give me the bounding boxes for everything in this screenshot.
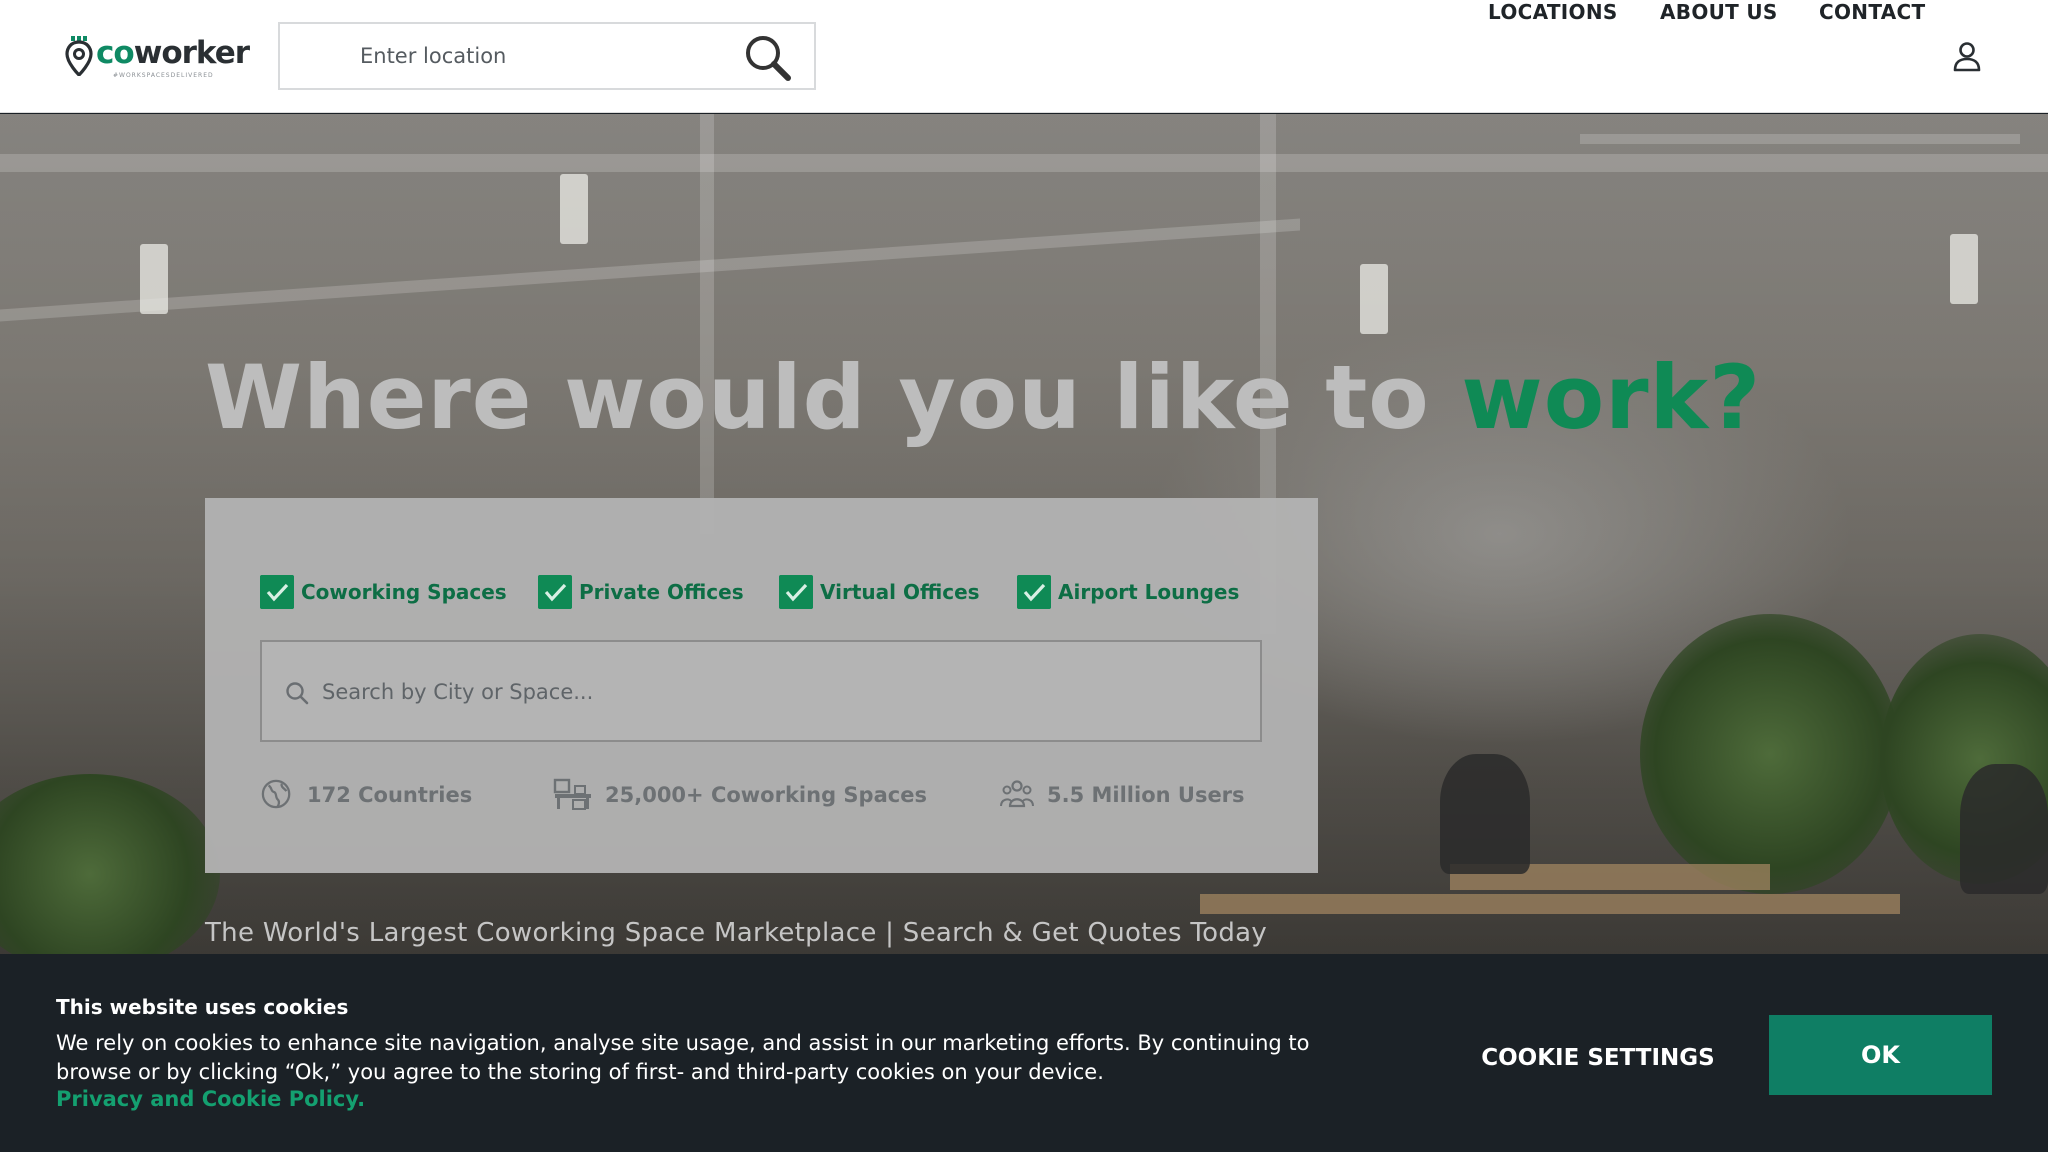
- hero-tagline: The World's Largest Coworking Space Mark…: [205, 918, 1268, 948]
- hero-headline: Where would you like to work?: [205, 346, 1762, 449]
- site-header: coworker #WORKSPACESDELIVERED LOCATIONS …: [0, 0, 2048, 113]
- filter-label: Virtual Offices: [820, 580, 980, 604]
- coworker-logo[interactable]: coworker #WORKSPACESDELIVERED: [65, 34, 250, 80]
- checkbox-checked-icon[interactable]: [779, 575, 813, 609]
- nav-about-us[interactable]: ABOUT US: [1660, 0, 1778, 24]
- search-icon: [286, 682, 309, 705]
- logo-wordmark: coworker: [96, 35, 250, 71]
- cookie-banner-title: This website uses cookies: [56, 995, 349, 1019]
- filter-label: Airport Lounges: [1058, 580, 1240, 604]
- office-desk-icon: [553, 778, 591, 810]
- search-card: Coworking Spaces Private Offices Virtual…: [205, 498, 1318, 873]
- city-search-box: [260, 640, 1262, 742]
- stat-text: 172 Countries: [307, 783, 473, 807]
- cookie-ok-button[interactable]: OK: [1769, 1015, 1992, 1095]
- privacy-policy-link[interactable]: Privacy and Cookie Policy.: [56, 1087, 365, 1111]
- stat-text: 25,000+ Coworking Spaces: [605, 783, 927, 807]
- cookie-banner-text: We rely on cookies to enhance site navig…: [56, 1031, 1310, 1084]
- location-search-box: [278, 22, 816, 90]
- cookie-banner: This website uses cookies We rely on coo…: [0, 954, 2048, 1152]
- globe-icon: [261, 779, 291, 809]
- cookie-settings-button[interactable]: COOKIE SETTINGS: [1460, 1038, 1736, 1078]
- user-account-icon[interactable]: [1952, 40, 1982, 72]
- filter-label: Private Offices: [579, 580, 744, 604]
- logo-tagline: #WORKSPACESDELIVERED: [113, 72, 214, 79]
- nav-contact[interactable]: CONTACT: [1819, 0, 1925, 24]
- filter-label: Coworking Spaces: [301, 580, 507, 604]
- location-search-input[interactable]: [360, 38, 720, 74]
- search-icon[interactable]: [742, 32, 794, 84]
- checkbox-checked-icon[interactable]: [538, 575, 572, 609]
- hero-section: Where would you like to work? Coworking …: [0, 114, 2048, 954]
- city-search-input[interactable]: [322, 672, 1202, 712]
- headline-accent: work?: [1461, 346, 1762, 449]
- checkbox-checked-icon[interactable]: [1017, 575, 1051, 609]
- checkbox-checked-icon[interactable]: [260, 575, 294, 609]
- users-group-icon: [1000, 780, 1034, 808]
- stat-text: 5.5 Million Users: [1047, 783, 1245, 807]
- map-pin-logo-icon: [65, 36, 93, 76]
- nav-locations[interactable]: LOCATIONS: [1488, 0, 1618, 24]
